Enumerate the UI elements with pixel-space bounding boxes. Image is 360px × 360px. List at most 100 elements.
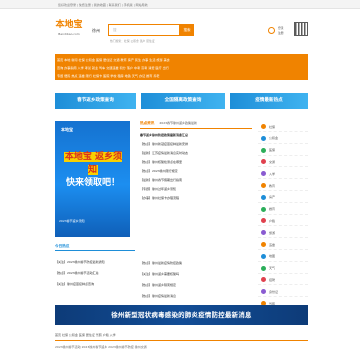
service-icon — [261, 289, 266, 295]
list-item[interactable]: 【最新】徐州春节假期出行指南 — [140, 176, 252, 185]
list-item[interactable]: 【热点】2023徐州限行规定 — [140, 167, 252, 176]
promo-ad-headline-1: 本地宝 返乡须知 — [63, 152, 123, 175]
sidebar-item[interactable]: 交通 — [258, 156, 308, 168]
promo-ad-headline-2: 快来领取吧！ — [65, 178, 120, 188]
sidebar-item-label: 天气 — [269, 266, 276, 271]
sidebar-item[interactable]: 医保 — [258, 145, 308, 156]
list-item[interactable]: 【热点】徐州新冠疫苗接种最新安排 — [140, 140, 252, 149]
sidebar-item-label: 社保 — [269, 124, 276, 129]
sidebar-item[interactable]: 招聘 — [258, 274, 308, 286]
sidebar-item[interactable]: 房产 — [258, 192, 308, 203]
sidebar-item-label: 公积金 — [269, 136, 279, 141]
sidebar-item-label: 入学 — [269, 171, 276, 176]
nav-row-3[interactable]: 专题 便民 热点 违章 限行 社保卡 医院 学校 租房 地铁 天气 办证 婚育 … — [57, 73, 160, 78]
news-list: 春节返乡徐州防控政策最新消息汇总 【热点】徐州新冠疫苗接种最新安排 【最新】江苏… — [140, 131, 252, 203]
list-item[interactable]: 【热点】2023徐州春节活动汇总 — [55, 268, 135, 279]
service-icon — [261, 206, 266, 212]
sidebar-item-label: 身份证 — [269, 289, 279, 294]
login-link[interactable]: 登录 — [278, 26, 284, 31]
sidebar-item-label: 交通 — [269, 159, 276, 164]
sidebar-item[interactable]: 身份证 — [258, 286, 308, 298]
sidebar-item[interactable]: 婚育 — [258, 204, 308, 215]
user-links[interactable]: 登录 注册 — [278, 26, 284, 35]
list-item[interactable]: 【热点】徐州疫情最新消息 — [140, 291, 252, 302]
list-item[interactable]: 【热点】徐州核酸检测点在哪里 — [140, 158, 252, 167]
hot-topics-title: 今日热议 — [55, 244, 135, 251]
hot-search-words[interactable]: 热门搜索：社保 公积金 落户 居住证 — [110, 39, 155, 43]
list-item[interactable]: 【关注】徐州疫苗接种点查询 — [55, 279, 135, 290]
sidebar-item[interactable]: 公积金 — [258, 133, 308, 144]
banner-return-policy[interactable]: 春节返乡政策查询 — [55, 93, 136, 109]
nav-row-2[interactable]: 查询 办事指南 入学 考试 就业 驾车 交通违章 积分 落户 中考 高考 消费 … — [57, 65, 169, 70]
list-item[interactable]: 【办事】徐州社保卡办理流程 — [140, 194, 252, 203]
list-item[interactable]: 【关注】徐州返乡需要核酸吗 — [140, 269, 252, 280]
promo-ad[interactable]: 本地宝 本地宝 返乡须知 快来领取吧！ 2023春节返乡须知 — [55, 121, 130, 237]
service-icon — [261, 171, 266, 177]
sidebar-item-label: 违章 — [269, 242, 276, 247]
service-icon — [261, 147, 266, 153]
main-nav: 首页 本地 新闻 社保 公积金 医保 居住证 交通 教育 房产 民生 办事 生活… — [55, 54, 308, 80]
service-icon — [261, 253, 266, 259]
footer-links[interactable]: 2023徐州春节活动 2023徐州春节返乡 2023徐州春节防控 徐州交通 — [55, 345, 147, 349]
promo-ad-caption: 2023春节返乡须知 — [59, 219, 85, 223]
news-panel-title: 热点资讯 — [140, 121, 155, 125]
list-item[interactable]: 【专题】徐州过年返乡须知 — [140, 185, 252, 194]
banner-hot-topics[interactable]: 疫情最新热点 — [230, 93, 308, 109]
news-panel: 热点资讯 2023春节徐州返乡政策最新 春节返乡徐州防控政策最新消息汇总 【热点… — [140, 121, 252, 203]
list-item[interactable]: 【热点】徐州最新疫情防控政策 — [140, 258, 252, 269]
sidebar-item-label: 旅游 — [269, 230, 276, 235]
top-bar-links[interactable]: 您好欢迎登录 | 免费注册 | 我的收藏 | 联系我们 | 手机版 | 网站导航 — [58, 3, 148, 7]
qr-code-icon — [294, 22, 308, 36]
news-list-2: 【热点】徐州最新疫情防控政策 【关注】徐州返乡需要核酸吗 【热点】徐州返乡隔离规… — [140, 258, 252, 302]
service-icon — [261, 183, 266, 188]
sidebar-item-label: 房产 — [269, 195, 276, 200]
sidebar-item[interactable]: 社保 — [258, 121, 308, 132]
news-panel-head-link[interactable]: 2023春节徐州返乡政策最新 — [159, 121, 197, 125]
sidebar-item[interactable]: 教育 — [258, 180, 308, 191]
logo-name: 本地宝 — [55, 20, 83, 30]
service-icon — [261, 194, 266, 200]
service-icon — [261, 230, 266, 236]
list-item[interactable]: 春节返乡徐州防控政策最新消息汇总 — [140, 131, 252, 140]
service-icon — [261, 265, 266, 271]
sidebar-item[interactable]: 户籍 — [258, 215, 308, 227]
category-tabs[interactable]: 首页 社保 公积金 医保 居住证 驾照 户籍 入学 — [55, 333, 308, 341]
sidebar-item-label: 医保 — [269, 148, 276, 153]
hot-topics-list: 【关注】2023徐州春节防控最新通知 【热点】2023徐州春节活动汇总 【关注】… — [55, 257, 135, 290]
service-icon — [261, 218, 266, 224]
service-sidebar: 社保 公积金 医保 交通 入学 教育 房产 婚育 户籍 旅游 违章 地图 天气 招聘 身份证 驾照 — [258, 121, 308, 311]
search-button[interactable]: 搜索 — [180, 24, 194, 36]
list-item[interactable]: 【关注】2023徐州春节防控最新通知 — [55, 257, 135, 268]
logo-domain: Bendibao.com — [58, 32, 80, 36]
service-icon — [261, 124, 266, 129]
list-item[interactable]: 【最新】江苏疫情最新消息实时动态 — [140, 149, 252, 158]
sidebar-item[interactable]: 旅游 — [258, 227, 308, 239]
sidebar-item-label: 户籍 — [269, 218, 276, 223]
service-icon — [261, 159, 266, 165]
service-icon — [261, 277, 266, 283]
search-input[interactable]: 搜 — [108, 24, 180, 36]
service-icon — [261, 135, 266, 141]
hot-topics-panel: 今日热议 【关注】2023徐州春节防控最新通知 【热点】2023徐州春节活动汇总… — [55, 244, 135, 290]
register-link[interactable]: 注册 — [278, 31, 284, 36]
sidebar-item-label: 教育 — [269, 183, 276, 188]
sidebar-item-label: 地图 — [269, 254, 276, 259]
news-panel-header: 热点资讯 2023春节徐州返乡政策最新 — [140, 121, 252, 129]
promo-ad-brand: 本地宝 — [61, 127, 73, 132]
sidebar-item[interactable]: 入学 — [258, 168, 308, 180]
sidebar-item[interactable]: 天气 — [258, 263, 308, 274]
promo-ad-headline: 本地宝 返乡须知 快来领取吧！ — [59, 151, 127, 190]
service-icon — [261, 242, 266, 247]
city-selector[interactable]: 徐州 — [92, 28, 100, 34]
site-logo[interactable]: 本地宝 Bendibao.com — [55, 17, 83, 43]
top-bar — [0, 0, 360, 9]
sidebar-item-label: 招聘 — [269, 277, 276, 282]
epidemic-news-strip[interactable]: 徐州新型冠状病毒感染的肺炎疫情防控最新消息 — [55, 305, 308, 325]
sidebar-item[interactable]: 地图 — [258, 251, 308, 262]
nav-row-1[interactable]: 首页 本地 新闻 社保 公积金 医保 居住证 交通 教育 房产 民生 办事 生活… — [57, 57, 170, 62]
banner-quarantine-policy[interactable]: 全国隔离政策查询 — [141, 93, 225, 109]
list-item[interactable]: 【热点】徐州返乡隔离规定 — [140, 280, 252, 291]
user-avatar-icon[interactable] — [268, 27, 275, 34]
sidebar-item[interactable]: 违章 — [258, 239, 308, 250]
sidebar-item-label: 婚育 — [269, 207, 276, 212]
